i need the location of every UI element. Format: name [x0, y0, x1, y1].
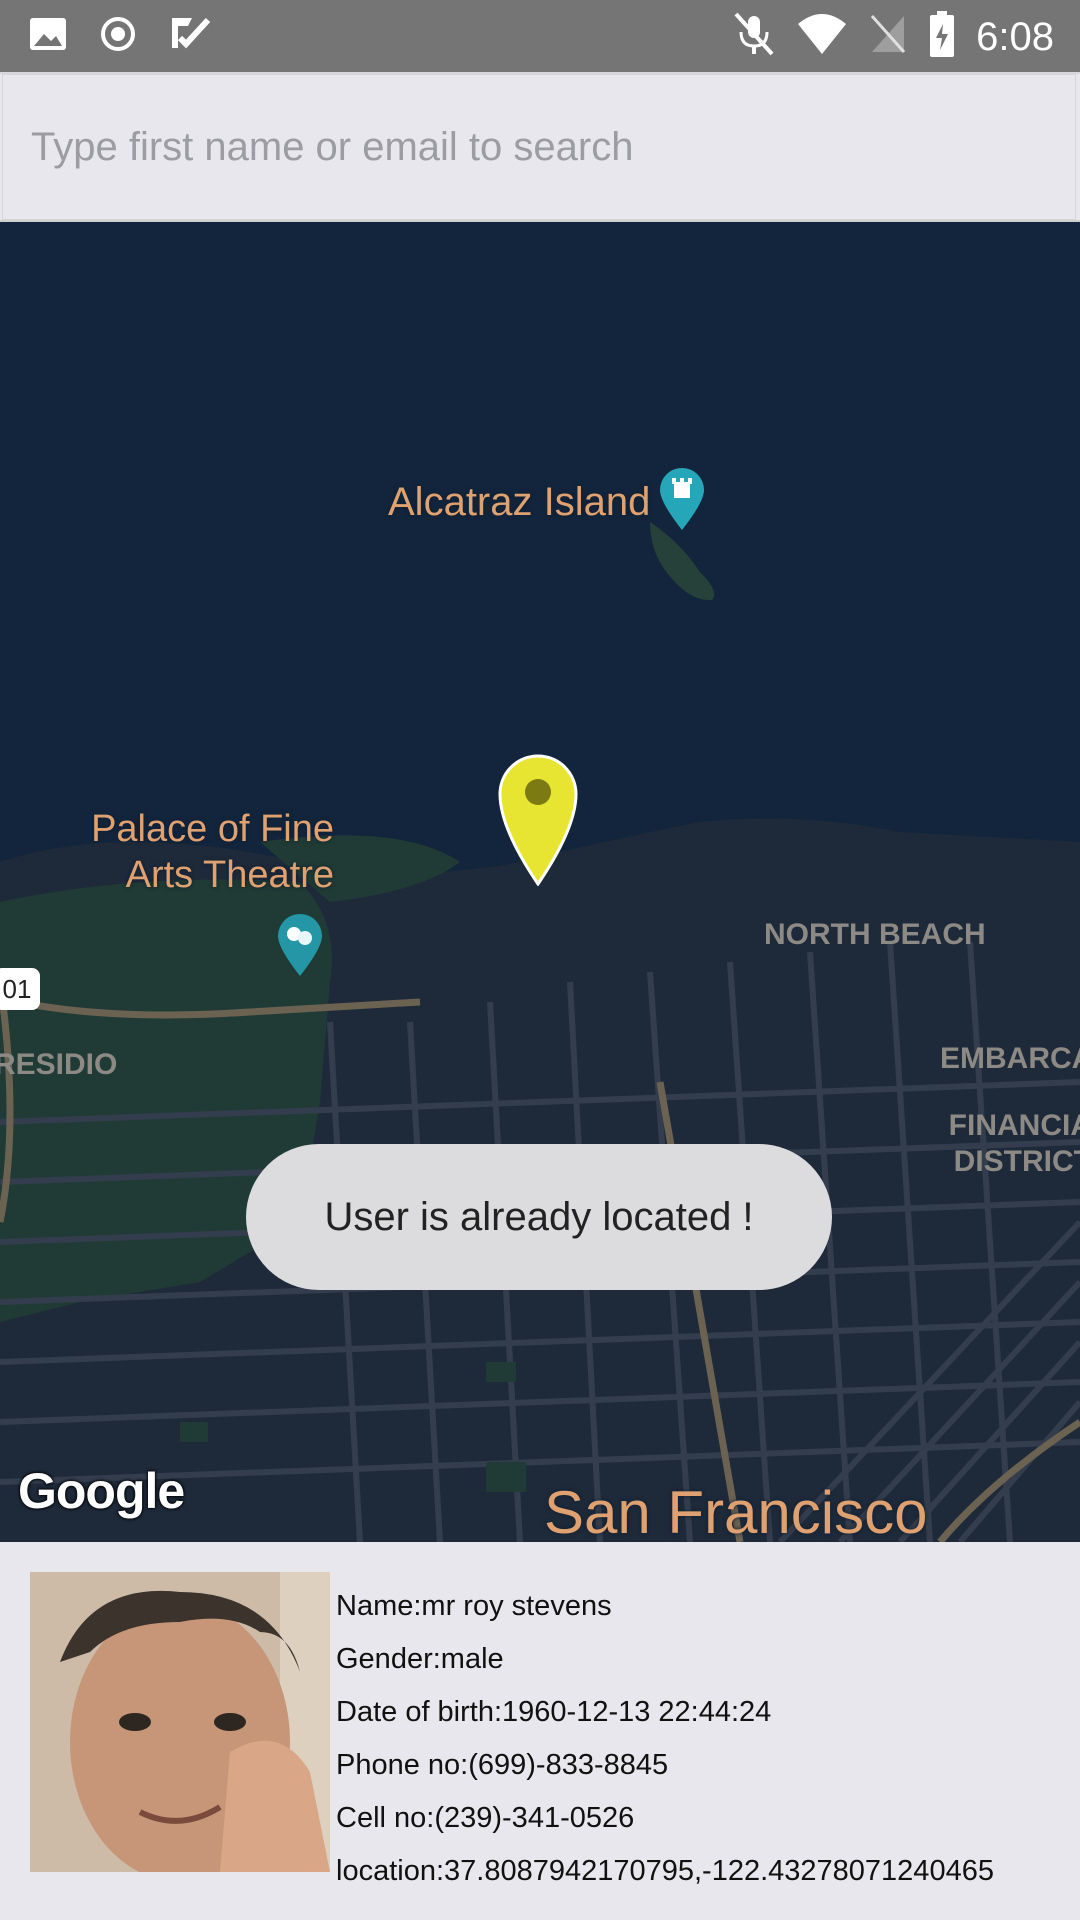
user-location-marker-icon[interactable] — [496, 752, 580, 891]
map-label-san-francisco: San Francisco — [544, 1479, 928, 1542]
image-icon — [28, 14, 68, 59]
map-label-financial-line2: DISTRICT — [953, 1145, 1080, 1178]
user-cell: Cell no:(239)-341-0526 — [336, 1802, 635, 1834]
wifi-icon — [796, 12, 848, 61]
radio-button-icon — [98, 14, 138, 59]
toast-message: User is already located ! — [246, 1144, 832, 1290]
map-label-palace: Palace of Fine Arts Theatre — [60, 806, 334, 898]
status-left-icons — [28, 14, 212, 59]
map-label-palace-line1: Palace of Fine — [91, 808, 334, 850]
map-label-presidio: RESIDIO — [0, 1048, 118, 1081]
map-label-alcatraz: Alcatraz Island — [388, 480, 651, 524]
user-phone: Phone no:(699)-833-8845 — [336, 1749, 669, 1781]
status-right-icons: 6:08 — [732, 10, 1054, 63]
battery-icon — [928, 10, 956, 63]
map-label-palace-line2: Arts Theatre — [125, 854, 334, 896]
user-avatar — [30, 1572, 330, 1872]
google-logo: Google — [18, 1463, 185, 1519]
map-label-embarcadero: EMBARCA — [940, 1042, 1080, 1075]
no-sim-icon — [868, 12, 908, 61]
route-shield-icon: 01 — [0, 968, 40, 1010]
user-details: Name:mr roy stevens Gender:male Date of … — [336, 1580, 994, 1898]
play-store-icon — [168, 14, 212, 59]
map-label-financial-district: FINANCIA DISTRICT — [942, 1108, 1080, 1180]
user-gender: Gender:male — [336, 1643, 504, 1675]
status-time: 6:08 — [976, 14, 1054, 59]
user-location: location:37.8087942170795,-122.432780712… — [336, 1855, 994, 1887]
search-input[interactable] — [2, 74, 1076, 220]
user-info-panel: Name:mr roy stevens Gender:male Date of … — [0, 1542, 1080, 1920]
user-name: Name:mr roy stevens — [336, 1590, 612, 1622]
theatre-poi-icon[interactable] — [274, 912, 326, 983]
status-bar: 6:08 — [0, 0, 1080, 72]
landmark-poi-icon[interactable] — [656, 466, 708, 537]
search-bar — [0, 72, 1080, 222]
map-label-north-beach: NORTH BEACH — [764, 918, 986, 951]
map-label-financial-line1: FINANCIA — [948, 1109, 1080, 1142]
map-view[interactable]: Alcatraz Island Palace of Fine Arts Thea… — [0, 222, 1080, 1542]
mic-muted-icon — [732, 10, 776, 63]
user-dob: Date of birth:1960-12-13 22:44:24 — [336, 1696, 772, 1728]
